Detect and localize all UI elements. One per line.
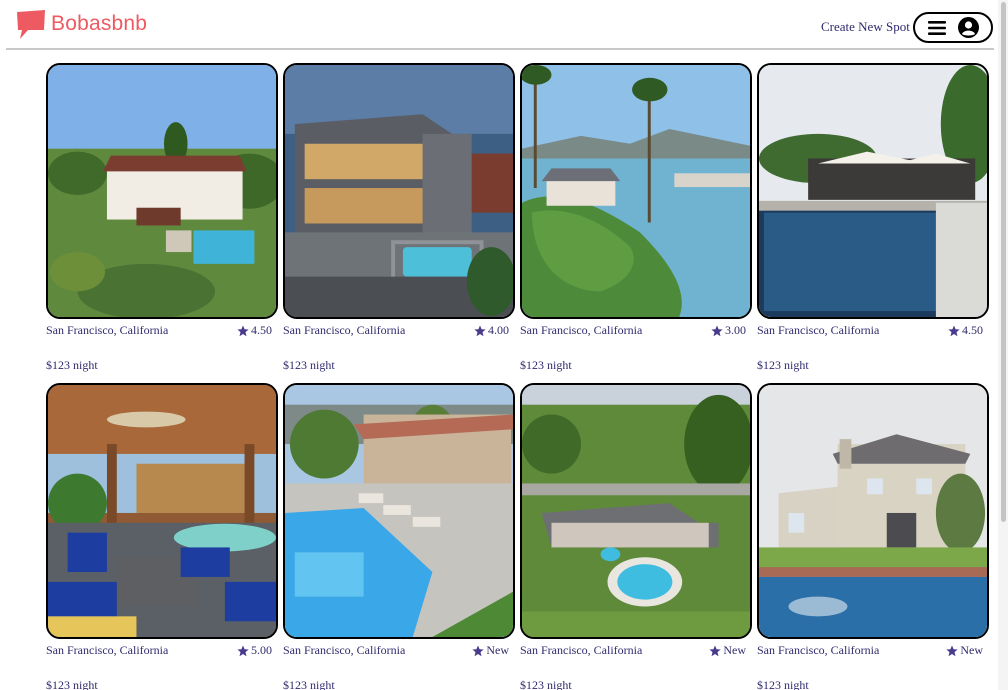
rating-value: 3.00	[725, 323, 746, 337]
spot-rating: New	[472, 643, 509, 658]
spot-location: San Francisco, California	[46, 323, 169, 337]
spot-rating: 4.00	[474, 323, 509, 338]
spot-rating: 3.00	[711, 323, 746, 338]
spot-card[interactable]: San Francisco, California New $123 night	[283, 383, 515, 690]
spot-photo[interactable]	[283, 63, 515, 319]
spot-location: San Francisco, California	[46, 643, 169, 657]
spot-rating: 5.00	[237, 643, 272, 658]
rating-value: New	[960, 643, 983, 657]
spot-location: San Francisco, California	[283, 643, 406, 657]
create-new-spot-link[interactable]: Create New Spot	[821, 19, 910, 35]
hamburger-menu-icon	[927, 20, 946, 36]
spot-rating: New	[946, 643, 983, 658]
spot-location: San Francisco, California	[283, 323, 406, 337]
top-nav: Bobasbnb Create New Spot	[0, 0, 1008, 50]
spot-price: $123 night	[757, 358, 809, 372]
rating-value: 4.50	[962, 323, 983, 337]
spot-price: $123 night	[46, 358, 98, 372]
spot-photo[interactable]	[283, 383, 515, 639]
star-icon	[472, 645, 484, 657]
star-icon	[948, 325, 960, 337]
spot-photo[interactable]	[520, 383, 752, 639]
rating-value: 4.50	[251, 323, 272, 337]
spot-photo[interactable]	[46, 63, 278, 319]
rating-value: 4.00	[488, 323, 509, 337]
user-circle-icon	[957, 17, 979, 38]
spot-price: $123 night	[283, 678, 335, 690]
rating-value: New	[723, 643, 746, 657]
brand-logo-link[interactable]: Bobasbnb	[14, 8, 147, 40]
spot-photo[interactable]	[46, 383, 278, 639]
spot-location: San Francisco, California	[757, 323, 880, 337]
spot-card[interactable]: San Francisco, California 4.50 $123 nigh…	[46, 63, 278, 383]
spot-price: $123 night	[46, 678, 98, 690]
spot-photo[interactable]	[757, 383, 989, 639]
spot-card[interactable]: San Francisco, California 3.00 $123 nigh…	[520, 63, 752, 383]
spot-location: San Francisco, California	[520, 643, 643, 657]
star-icon	[474, 325, 486, 337]
star-icon	[237, 325, 249, 337]
brand-name: Bobasbnb	[51, 12, 148, 35]
rating-value: 5.00	[251, 643, 272, 657]
spot-card[interactable]: San Francisco, California 4.50 $123 nigh…	[757, 63, 989, 383]
rating-value: New	[486, 643, 509, 657]
star-icon	[237, 645, 249, 657]
spot-card[interactable]: San Francisco, California 5.00 $123 nigh…	[46, 383, 278, 690]
spot-price: $123 night	[520, 358, 572, 372]
header-divider	[6, 48, 994, 50]
speech-bubble-logo-icon	[14, 8, 48, 40]
spot-card[interactable]: San Francisco, California 4.00 $123 nigh…	[283, 63, 515, 383]
spot-card[interactable]: San Francisco, California New $123 night	[757, 383, 989, 690]
star-icon	[946, 645, 958, 657]
spot-rating: 4.50	[237, 323, 272, 338]
spot-location: San Francisco, California	[520, 323, 643, 337]
star-icon	[709, 645, 721, 657]
spot-rating: 4.50	[948, 323, 983, 338]
star-icon	[711, 325, 723, 337]
profile-menu-button[interactable]	[913, 12, 993, 43]
scrollbar-thumb[interactable]	[1001, 2, 1006, 522]
spot-photo[interactable]	[757, 63, 989, 319]
spot-card[interactable]: San Francisco, California New $123 night	[520, 383, 752, 690]
spot-price: $123 night	[283, 358, 335, 372]
spot-rating: New	[709, 643, 746, 658]
spot-price: $123 night	[757, 678, 809, 690]
spots-grid: San Francisco, California 4.50 $123 nigh…	[46, 63, 991, 690]
spot-price: $123 night	[520, 678, 572, 690]
spot-photo[interactable]	[520, 63, 752, 319]
spot-location: San Francisco, California	[757, 643, 880, 657]
